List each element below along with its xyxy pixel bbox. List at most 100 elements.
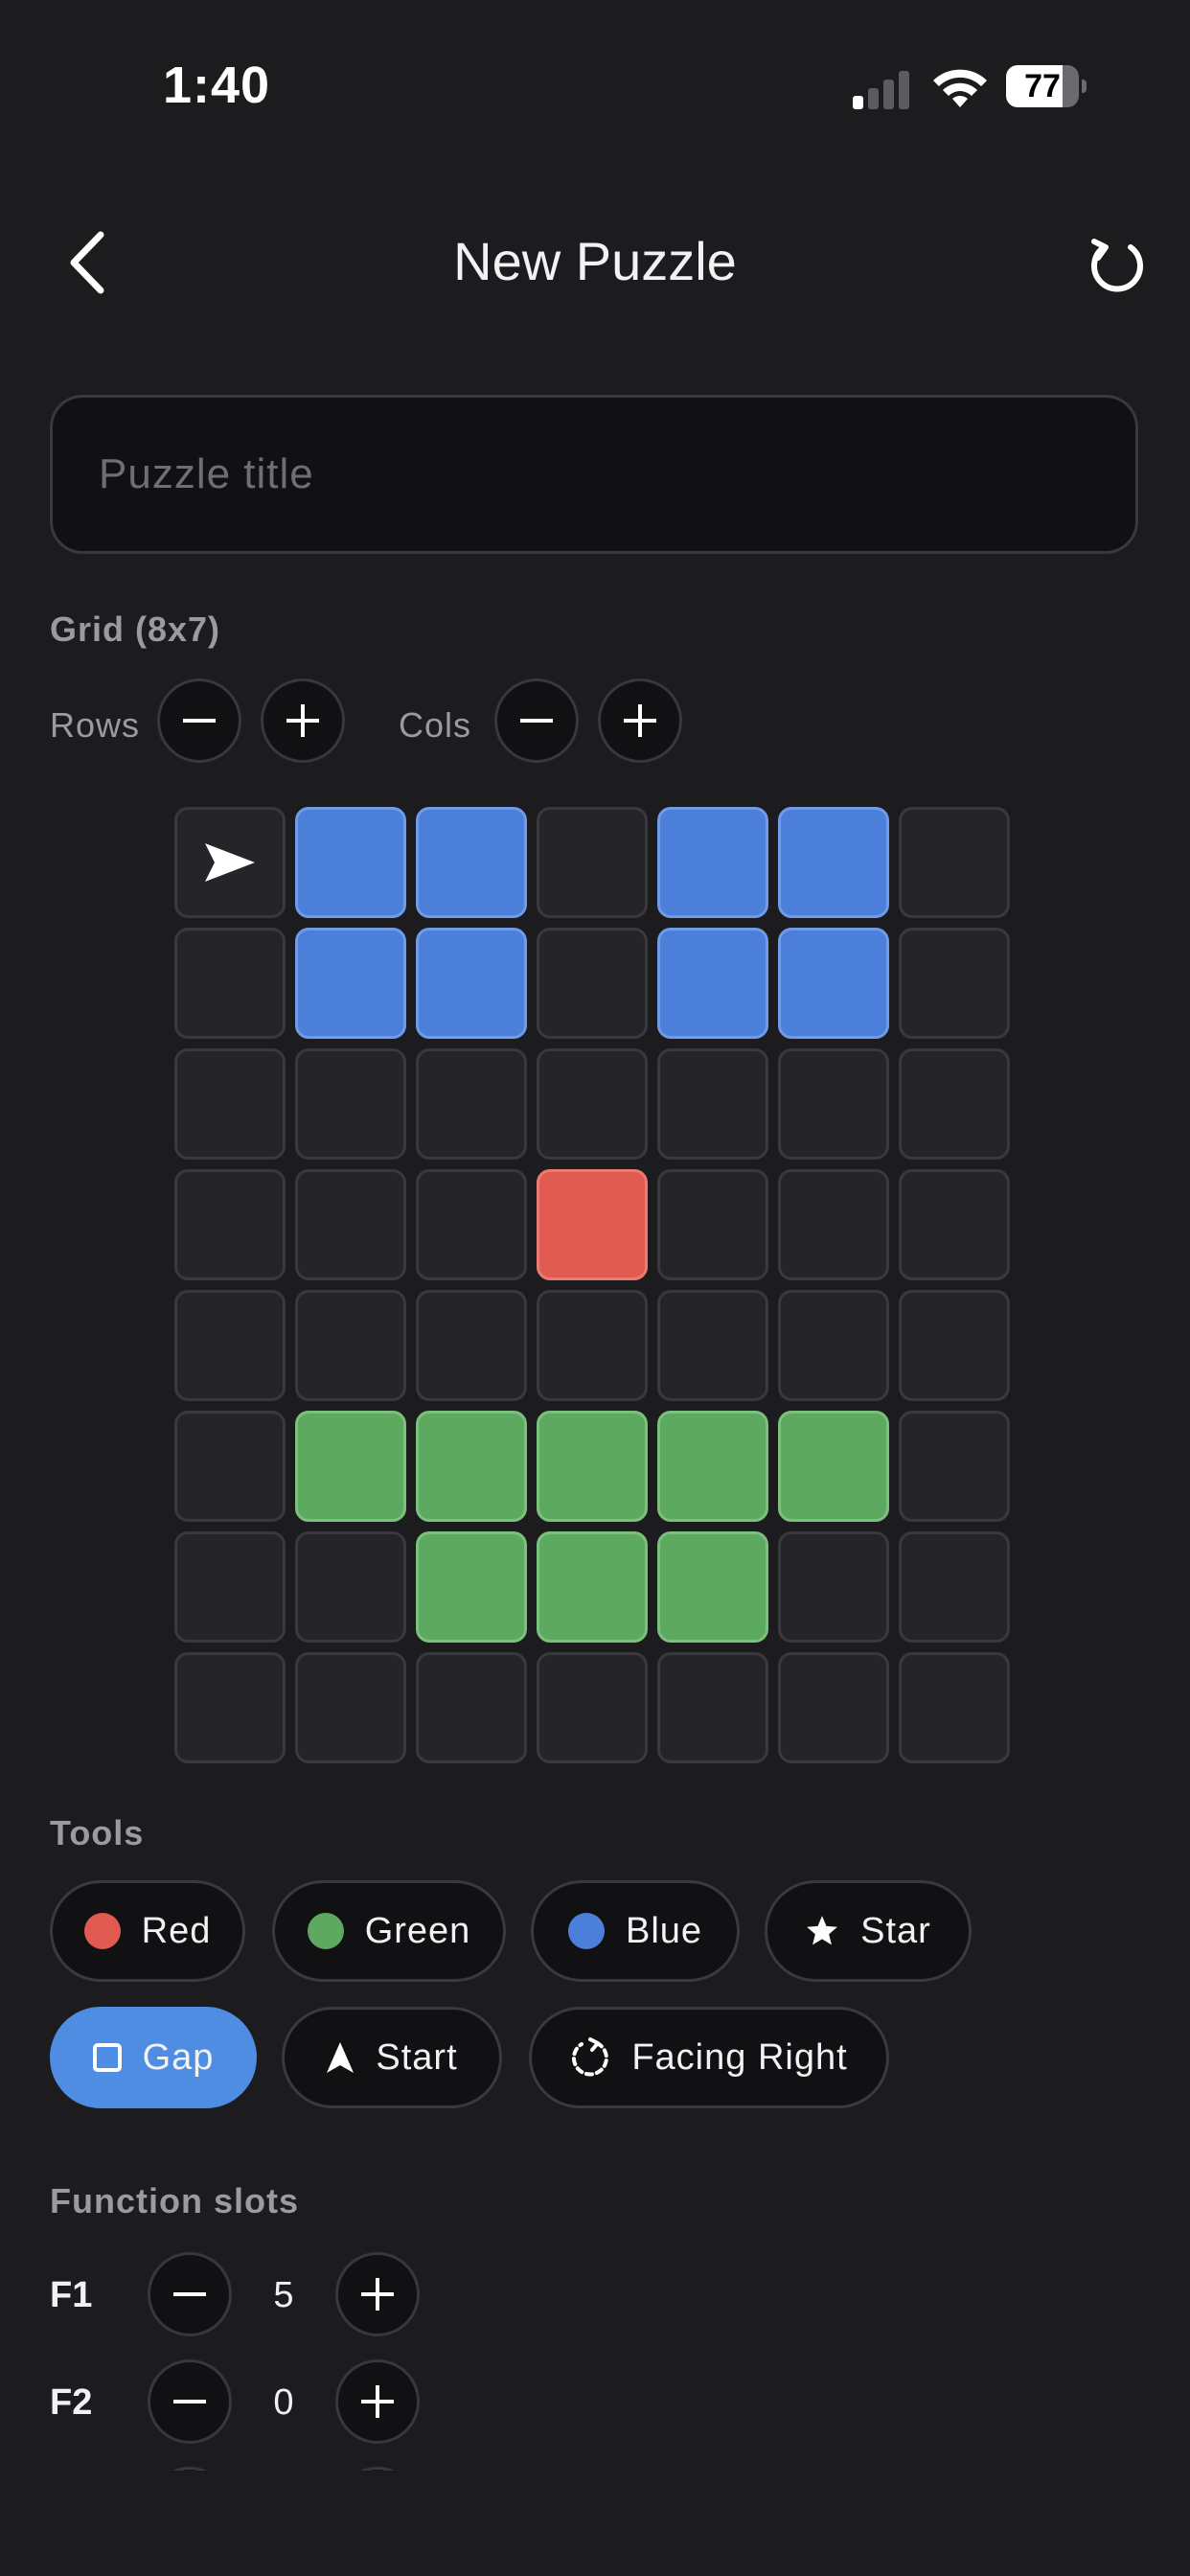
tool-label: Facing Right — [631, 2036, 848, 2078]
grid-cell-1-5[interactable] — [778, 928, 889, 1039]
blue-dot-icon — [567, 1913, 605, 1949]
grid-cell-1-0[interactable] — [174, 928, 286, 1039]
rotate-icon — [572, 2037, 609, 2077]
cols-decrement-button[interactable] — [494, 678, 579, 763]
grid-cell-2-5[interactable] — [778, 1048, 889, 1160]
grid-cell-1-4[interactable] — [657, 928, 768, 1039]
grid-cell-4-4[interactable] — [657, 1290, 768, 1401]
grid-cell-3-5[interactable] — [778, 1169, 889, 1280]
grid-cell-0-6[interactable] — [899, 807, 1010, 918]
grid-cell-6-1[interactable] — [295, 1531, 406, 1643]
grid-cell-7-1[interactable] — [295, 1652, 406, 1763]
grid-cell-6-4[interactable] — [657, 1531, 768, 1643]
rotate-ccw-icon — [1091, 239, 1143, 292]
puzzle-title-input[interactable] — [50, 395, 1138, 554]
cellular-signal-icon — [853, 71, 909, 109]
star-icon — [807, 1916, 838, 1945]
cols-label: Cols — [399, 705, 472, 745]
grid-cell-6-6[interactable] — [899, 1531, 1010, 1643]
plus-icon — [624, 704, 656, 737]
facing-direction-button[interactable]: Facing Right — [529, 2007, 889, 2108]
reset-button[interactable] — [1083, 230, 1152, 299]
grid-cell-2-0[interactable] — [174, 1048, 286, 1160]
tool-star-button[interactable]: Star — [765, 1880, 972, 1982]
tool-label: Start — [376, 2036, 458, 2078]
plus-icon — [286, 704, 319, 737]
f1-increment-button[interactable] — [335, 2252, 420, 2336]
grid-cell-0-2[interactable] — [416, 807, 527, 918]
grid-cell-0-4[interactable] — [657, 807, 768, 918]
grid-cell-7-6[interactable] — [899, 1652, 1010, 1763]
slot-f1-label: F1 — [50, 2275, 93, 2315]
grid-cell-0-0[interactable] — [174, 807, 286, 918]
grid-cell-3-1[interactable] — [295, 1169, 406, 1280]
rows-increment-button[interactable] — [261, 678, 345, 763]
rows-decrement-button[interactable] — [157, 678, 241, 763]
grid-cell-7-0[interactable] — [174, 1652, 286, 1763]
f1-value: 5 — [273, 2275, 294, 2315]
grid-cell-6-5[interactable] — [778, 1531, 889, 1643]
bottom-fade — [0, 2471, 1190, 2576]
tool-label: Blue — [625, 1910, 703, 1951]
grid-cell-4-6[interactable] — [899, 1290, 1010, 1401]
grid-cell-7-2[interactable] — [416, 1652, 527, 1763]
tool-label: Red — [141, 1910, 212, 1951]
grid-cell-0-5[interactable] — [778, 807, 889, 918]
grid-cell-4-5[interactable] — [778, 1290, 889, 1401]
arrow-up-icon — [327, 2042, 355, 2073]
grid-cell-4-0[interactable] — [174, 1290, 286, 1401]
grid-cell-5-1[interactable] — [295, 1411, 406, 1522]
grid-cell-6-3[interactable] — [537, 1531, 648, 1643]
grid-cell-2-6[interactable] — [899, 1048, 1010, 1160]
grid-cell-5-0[interactable] — [174, 1411, 286, 1522]
f2-value: 0 — [273, 2382, 294, 2423]
grid-cell-3-2[interactable] — [416, 1169, 527, 1280]
grid-cell-2-2[interactable] — [416, 1048, 527, 1160]
grid-cell-5-3[interactable] — [537, 1411, 648, 1522]
grid-cell-2-4[interactable] — [657, 1048, 768, 1160]
red-dot-icon — [83, 1913, 121, 1949]
slot-f2-label: F2 — [50, 2382, 93, 2423]
grid-cell-1-3[interactable] — [537, 928, 648, 1039]
grid-cell-3-4[interactable] — [657, 1169, 768, 1280]
grid-cell-1-6[interactable] — [899, 928, 1010, 1039]
rows-label: Rows — [50, 705, 141, 745]
grid-cell-7-3[interactable] — [537, 1652, 648, 1763]
grid-cell-5-2[interactable] — [416, 1411, 527, 1522]
grid-cell-1-1[interactable] — [295, 928, 406, 1039]
f2-decrement-button[interactable] — [148, 2359, 232, 2444]
grid-cell-3-6[interactable] — [899, 1169, 1010, 1280]
plus-icon — [361, 2385, 394, 2418]
tool-gap-button[interactable]: Gap — [50, 2007, 257, 2108]
tool-label: Gap — [142, 2036, 215, 2078]
grid-cell-3-0[interactable] — [174, 1169, 286, 1280]
grid-size-label: Grid (8x7) — [50, 610, 221, 649]
grid-cell-4-1[interactable] — [295, 1290, 406, 1401]
grid-cell-0-1[interactable] — [295, 807, 406, 918]
minus-icon — [173, 2292, 206, 2296]
grid-cell-4-3[interactable] — [537, 1290, 648, 1401]
start-arrow-icon — [205, 843, 255, 882]
grid-cell-1-2[interactable] — [416, 928, 527, 1039]
tool-green-button[interactable]: Green — [272, 1880, 506, 1982]
cols-increment-button[interactable] — [598, 678, 682, 763]
f2-increment-button[interactable] — [335, 2359, 420, 2444]
grid-cell-6-2[interactable] — [416, 1531, 527, 1643]
grid-cell-5-5[interactable] — [778, 1411, 889, 1522]
grid-cell-6-0[interactable] — [174, 1531, 286, 1643]
tool-blue-button[interactable]: Blue — [531, 1880, 740, 1982]
f1-decrement-button[interactable] — [148, 2252, 232, 2336]
grid-cell-2-3[interactable] — [537, 1048, 648, 1160]
tool-start-button[interactable]: Start — [282, 2007, 502, 2108]
grid-cell-3-3[interactable] — [537, 1169, 648, 1280]
grid-cell-2-1[interactable] — [295, 1048, 406, 1160]
tool-red-button[interactable]: Red — [50, 1880, 245, 1982]
grid-cell-7-5[interactable] — [778, 1652, 889, 1763]
wifi-icon — [933, 69, 987, 107]
grid-cell-5-4[interactable] — [657, 1411, 768, 1522]
grid-cell-4-2[interactable] — [416, 1290, 527, 1401]
grid-cell-7-4[interactable] — [657, 1652, 768, 1763]
page-title: New Puzzle — [453, 231, 737, 291]
grid-cell-5-6[interactable] — [899, 1411, 1010, 1522]
grid-cell-0-3[interactable] — [537, 807, 648, 918]
